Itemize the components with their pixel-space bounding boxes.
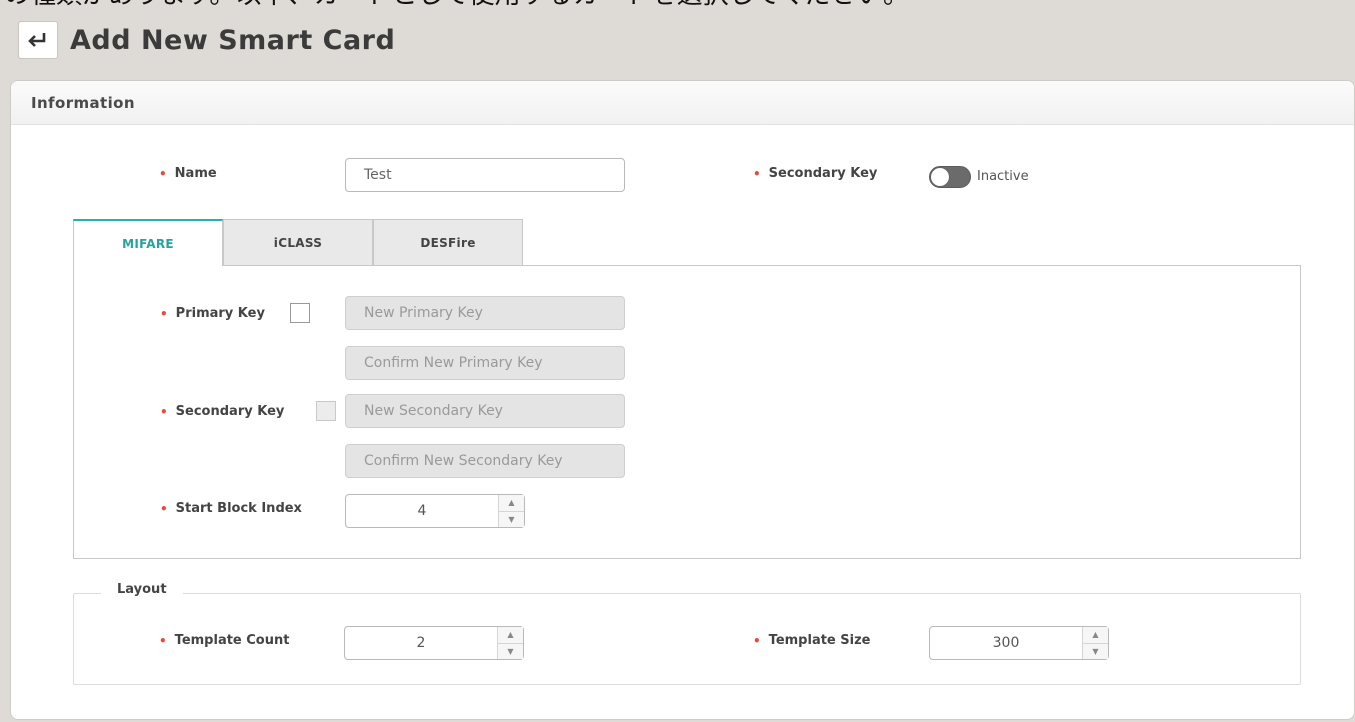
decrement-icon[interactable]: ▼ <box>498 643 523 659</box>
start-block-index-label: • Start Block Index <box>160 501 302 516</box>
toggle-knob <box>931 168 949 186</box>
template-size-stepper[interactable]: 300 ▲ ▼ <box>929 626 1109 660</box>
increment-icon[interactable]: ▲ <box>499 495 524 512</box>
confirm-primary-key-input[interactable]: Confirm New Primary Key <box>345 346 625 380</box>
secondary-key-label: • Secondary Key <box>160 404 284 419</box>
secondary-key-toggle-label: • Secondary Key <box>753 166 877 181</box>
start-block-index-stepper[interactable]: 4 ▲ ▼ <box>345 494 525 528</box>
card-type-tabs: MIFARE iCLASS DESFire <box>73 219 523 266</box>
start-block-index-label-text: Start Block Index <box>175 501 302 516</box>
stepper-arrows: ▲ ▼ <box>1082 627 1108 659</box>
panel-header: Information <box>11 81 1354 125</box>
page-title: Add New Smart Card <box>70 24 396 56</box>
name-label: • Name <box>159 166 217 181</box>
information-panel: Information • Name Test • Secondary Key … <box>10 80 1355 720</box>
secondary-key-checkbox[interactable] <box>316 401 336 421</box>
template-count-stepper[interactable]: 2 ▲ ▼ <box>344 626 524 660</box>
mifare-tab-panel: • Primary Key New Primary Key Confirm Ne… <box>73 265 1301 559</box>
tab-iclass[interactable]: iCLASS <box>223 219 373 265</box>
stepper-value[interactable]: 300 <box>930 627 1082 659</box>
template-count-label-text: Template Count <box>174 633 290 648</box>
panel-title: Information <box>31 93 135 112</box>
secondary-key-toggle-label-text: Secondary Key <box>768 166 878 181</box>
page-header: Add New Smart Card <box>18 20 395 60</box>
template-size-label-text: Template Size <box>768 633 871 648</box>
tab-mifare[interactable]: MIFARE <box>73 219 223 266</box>
template-size-label: • Template Size <box>753 633 870 648</box>
required-marker: • <box>160 404 168 419</box>
required-marker: • <box>159 633 167 648</box>
required-marker: • <box>160 306 168 321</box>
name-input[interactable]: Test <box>345 158 625 192</box>
layout-legend: Layout <box>101 582 183 597</box>
secondary-key-label-text: Secondary Key <box>175 404 285 419</box>
caption-text: の種類があります。以下、カードとして使用するカードを選択してください。 <box>0 0 1355 12</box>
new-primary-key-input[interactable]: New Primary Key <box>345 296 625 330</box>
required-marker: • <box>753 633 761 648</box>
stepper-arrows: ▲ ▼ <box>498 495 524 527</box>
template-count-label: • Template Count <box>159 633 289 648</box>
name-label-text: Name <box>174 166 217 181</box>
toggle-state-text: Inactive <box>977 169 1029 184</box>
stepper-value[interactable]: 2 <box>345 627 497 659</box>
decrement-icon[interactable]: ▼ <box>499 511 524 527</box>
required-marker: • <box>753 166 761 181</box>
return-arrow-icon <box>28 33 46 47</box>
required-marker: • <box>160 501 168 516</box>
stepper-arrows: ▲ ▼ <box>497 627 523 659</box>
primary-key-label-text: Primary Key <box>175 306 265 321</box>
stepper-value[interactable]: 4 <box>346 495 498 527</box>
secondary-key-toggle[interactable] <box>929 166 971 188</box>
required-marker: • <box>159 166 167 181</box>
increment-icon[interactable]: ▲ <box>498 627 523 644</box>
tab-desfire[interactable]: DESFire <box>373 219 523 265</box>
confirm-secondary-key-input[interactable]: Confirm New Secondary Key <box>345 444 625 478</box>
new-secondary-key-input[interactable]: New Secondary Key <box>345 394 625 428</box>
decrement-icon[interactable]: ▼ <box>1083 643 1108 659</box>
primary-key-checkbox[interactable] <box>290 303 310 323</box>
increment-icon[interactable]: ▲ <box>1083 627 1108 644</box>
primary-key-label: • Primary Key <box>160 306 265 321</box>
back-button[interactable] <box>18 21 58 59</box>
